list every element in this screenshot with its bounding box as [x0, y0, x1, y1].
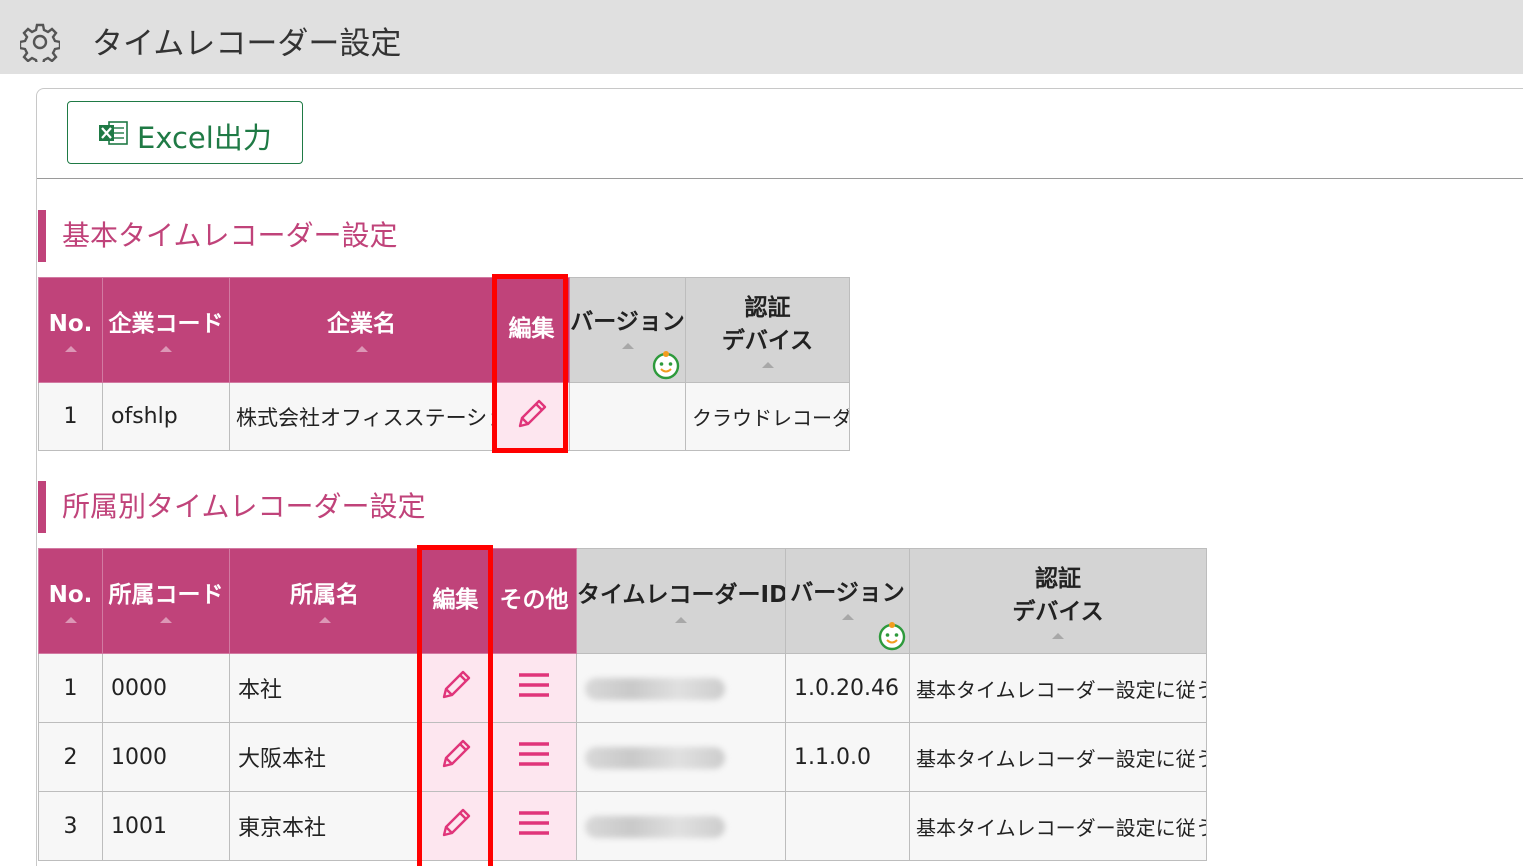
excel-export-label: Excel出力	[137, 121, 272, 155]
cell-timerecorder-id	[576, 722, 786, 792]
page-title: タイムレコーダー設定	[92, 26, 402, 62]
mascot-icon	[652, 351, 680, 380]
other-menu-button[interactable]	[491, 653, 577, 723]
cell-version: 1.0.20.46	[785, 653, 910, 723]
excel-icon	[99, 121, 128, 145]
column-header-other: その他	[491, 548, 577, 654]
cell-timerecorder-id	[576, 791, 786, 861]
cell-version	[569, 382, 686, 451]
table-row: 2 1000 大阪本社 1.1.0.0 基本タイムレコーダー設定に従う	[38, 722, 1207, 792]
highlight-box-dept-edit	[417, 545, 493, 866]
column-header-auth-device[interactable]: 認証 デバイス	[685, 277, 850, 383]
cell-no: 1	[38, 382, 103, 451]
other-menu-button[interactable]	[491, 722, 577, 792]
cell-auth-device: 基本タイムレコーダー設定に従う	[909, 653, 1207, 723]
cell-timerecorder-id	[576, 653, 786, 723]
column-header-version[interactable]: バージョン	[785, 548, 910, 654]
cell-dept-code: 0000	[102, 653, 230, 723]
cell-dept-code: 1000	[102, 722, 230, 792]
column-header-no[interactable]: No.	[38, 548, 103, 654]
hamburger-menu-icon	[519, 673, 549, 697]
column-header-auth-device[interactable]: 認証 デバイス	[909, 548, 1207, 654]
cell-company-code: ofshlp	[102, 382, 230, 451]
table-row: 1 ofshlp 株式会社オフィスステーション クラウドレコーダー	[38, 382, 850, 451]
column-header-company-name[interactable]: 企業名	[229, 277, 494, 383]
redacted-id	[585, 746, 725, 769]
cell-company-name: 株式会社オフィスステーション	[229, 382, 494, 451]
cell-dept-name: 大阪本社	[229, 722, 420, 792]
table-row: 3 1001 東京本社 基本タイムレコーダー設定に従う	[38, 791, 1207, 861]
gear-icon	[20, 23, 60, 62]
cell-dept-code: 1001	[102, 791, 230, 861]
table-row: 1 0000 本社 1.0.20.46 基本タイムレコーダー設定に従う	[38, 653, 1207, 723]
highlight-box-basic-edit	[492, 274, 568, 453]
redacted-id	[585, 815, 725, 838]
title-bar: タイムレコーダー設定	[0, 0, 1523, 74]
column-header-version[interactable]: バージョン	[569, 277, 686, 383]
column-header-timerecorder-id[interactable]: タイムレコーダーID	[576, 548, 786, 654]
toolbar-divider	[37, 178, 1523, 179]
column-header-company-code[interactable]: 企業コード	[102, 277, 230, 383]
mascot-icon	[878, 622, 906, 651]
column-header-no[interactable]: No.	[38, 277, 103, 383]
dept-table: No. 所属コード 所属名 編集 その他 タイムレコーダーID バージョン 認証…	[38, 548, 1207, 861]
excel-export-button[interactable]: Excel出力	[67, 101, 303, 164]
basic-section-title: 基本タイムレコーダー設定	[38, 210, 397, 262]
column-header-dept-code[interactable]: 所属コード	[102, 548, 230, 654]
dept-section-title: 所属別タイムレコーダー設定	[38, 481, 425, 533]
redacted-id	[585, 677, 725, 700]
cell-auth-device: 基本タイムレコーダー設定に従う	[909, 722, 1207, 792]
hamburger-menu-icon	[519, 811, 549, 835]
cell-no: 1	[38, 653, 103, 723]
cell-version	[785, 791, 910, 861]
other-menu-button[interactable]	[491, 791, 577, 861]
cell-no: 2	[38, 722, 103, 792]
column-header-dept-name[interactable]: 所属名	[229, 548, 420, 654]
basic-table: No. 企業コード 企業名 編集 バージョン 認証 デバイス 1 ofshlp …	[38, 277, 850, 451]
cell-auth-device: 基本タイムレコーダー設定に従う	[909, 791, 1207, 861]
cell-no: 3	[38, 791, 103, 861]
cell-auth-device: クラウドレコーダー	[685, 382, 850, 451]
cell-version: 1.1.0.0	[785, 722, 910, 792]
hamburger-menu-icon	[519, 742, 549, 766]
cell-dept-name: 東京本社	[229, 791, 420, 861]
cell-dept-name: 本社	[229, 653, 420, 723]
